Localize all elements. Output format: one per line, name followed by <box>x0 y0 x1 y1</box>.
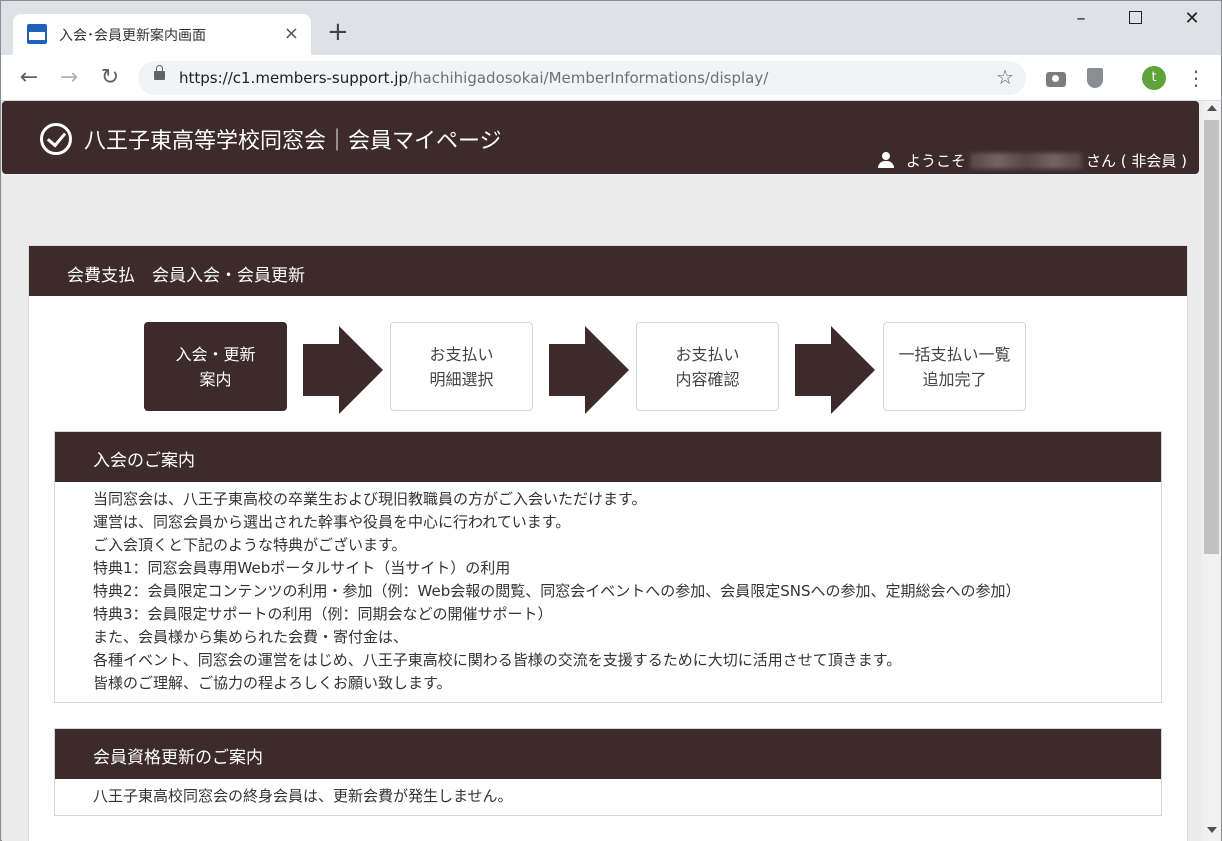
browser-window: 入会･会員更新案内画面 × + – ✕ ← → ↻ https://c1.mem… <box>0 0 1222 841</box>
join-guide-line: 当同窓会は、八王子東高校の卒業生および現旧教職員の方がご入会いただけます。 <box>93 490 647 508</box>
join-guide-header: 入会のご案内 <box>55 432 1161 482</box>
site-header: 八王子東高等学校同窓会｜会員マイページ ようこそ さん ( 非会員 ) <box>2 101 1199 174</box>
profile-avatar[interactable]: t <box>1142 66 1166 90</box>
star-icon[interactable]: ☆ <box>996 65 1014 89</box>
forward-arrow-icon[interactable]: → <box>55 64 83 92</box>
back-arrow-icon[interactable]: ← <box>15 64 43 92</box>
lock-icon[interactable] <box>154 65 165 80</box>
renewal-guide-header: 会員資格更新のご案内 <box>55 729 1161 779</box>
scroll-thumb[interactable] <box>1204 120 1219 554</box>
welcome-prefix: ようこそ <box>905 152 966 170</box>
camera-icon[interactable] <box>1046 72 1066 87</box>
step-arrow-icon <box>795 326 875 414</box>
kebab-menu-icon[interactable]: ⋮ <box>1186 67 1206 89</box>
renewal-guide-body: 八王子東高校同窓会の終身会員は、更新会費が発生しません。 <box>55 779 1161 808</box>
user-icon <box>877 152 894 168</box>
join-guide-line: 特典3：会員限定サポートの利用（例：同期会などの開催サポート） <box>93 605 553 623</box>
browser-toolbar: ← → ↻ https://c1.members-support.jp/hach… <box>1 55 1221 101</box>
tab-close-icon[interactable]: × <box>284 22 299 46</box>
join-guide-line: 各種イベント、同窓会の運営をはじめ、八王子東高校に関わる皆様の交流を支援するため… <box>93 651 902 669</box>
step-arrow-icon <box>303 326 383 414</box>
page-scrollbar[interactable] <box>1202 101 1221 841</box>
join-guide-line: 特典2：会員限定コンテンツの利用・参加（例：Web会報の閲覧、同窓会イベントへの… <box>93 582 1021 600</box>
join-guide-title: 入会のご案内 <box>93 451 195 471</box>
join-guide-line: また、会員様から集められた会費・寄付金は、 <box>93 628 409 646</box>
renewal-guide-line: 八王子東高校同窓会の終身会員は、更新会費が発生しません。 <box>93 787 513 805</box>
maximize-button[interactable] <box>1125 9 1145 29</box>
address-bar[interactable]: https://c1.members-support.jp/hachihigad… <box>138 61 1026 95</box>
check-circle-logo-icon <box>40 123 72 155</box>
blurred-user-name <box>969 153 1082 169</box>
welcome-message: ようこそ さん ( 非会員 ) <box>877 150 1187 171</box>
site-title: 八王子東高等学校同窓会｜会員マイページ <box>84 129 502 154</box>
new-tab-button[interactable]: + <box>327 18 349 46</box>
join-guide-line: ご入会頂くと下記のような特典がございます。 <box>93 536 407 554</box>
tab-strip: 入会･会員更新案内画面 × + – ✕ <box>1 1 1221 55</box>
browser-tab[interactable]: 入会･会員更新案内画面 × <box>13 14 311 55</box>
scroll-down-arrow-icon[interactable] <box>1207 827 1217 833</box>
page-viewport: 八王子東高等学校同窓会｜会員マイページ ようこそ さん ( 非会員 ) 会費支払 … <box>2 101 1202 841</box>
step-payment-detail-select: お支払い 明細選択 <box>390 322 533 411</box>
close-window-button[interactable]: ✕ <box>1182 9 1202 29</box>
site-favicon-icon <box>27 24 47 44</box>
join-guide-line: 皆様のご理解、ご協力の程よろしくお願い致します。 <box>93 674 452 692</box>
panel-header: 会費支払 会員入会・会員更新 <box>29 246 1187 296</box>
scroll-up-arrow-icon[interactable] <box>1207 105 1217 111</box>
welcome-suffix: さん ( 非会員 ) <box>1085 152 1187 170</box>
step-arrow-icon <box>549 326 629 414</box>
shield-icon[interactable] <box>1087 68 1103 88</box>
tab-title: 入会･会員更新案内画面 <box>59 28 206 44</box>
minimize-button[interactable]: – <box>1071 9 1091 29</box>
url-text[interactable]: https://c1.members-support.jp/hachihigad… <box>179 69 768 87</box>
renewal-guide-title: 会員資格更新のご案内 <box>93 748 263 768</box>
join-guide-section: 入会のご案内 当同窓会は、八王子東高校の卒業生および現旧教職員の方がご入会いただ… <box>54 431 1162 703</box>
join-guide-body: 当同窓会は、八王子東高校の卒業生および現旧教職員の方がご入会いただけます。 運営… <box>55 482 1161 695</box>
step-join-renew-guide: 入会・更新 案内 <box>144 322 287 411</box>
payment-panel: 会費支払 会員入会・会員更新 入会・更新 案内 お支払い 明細選択 お支払い 内容確認… <box>28 245 1188 841</box>
renewal-guide-section: 会員資格更新のご案内 八王子東高校同窓会の終身会員は、更新会費が発生しません。 <box>54 728 1162 816</box>
join-guide-line: 運営は、同窓会員から選出された幹事や役員を中心に行われています。 <box>93 513 571 531</box>
panel-title: 会費支払 会員入会・会員更新 <box>67 266 305 286</box>
step-payment-confirm: お支払い 内容確認 <box>636 322 779 411</box>
join-guide-line: 特典1：同窓会員専用Webポータルサイト（当サイト）の利用 <box>93 559 511 577</box>
reload-icon[interactable]: ↻ <box>96 64 124 92</box>
step-bulk-payment-complete: 一括支払い一覧 追加完了 <box>883 322 1026 411</box>
